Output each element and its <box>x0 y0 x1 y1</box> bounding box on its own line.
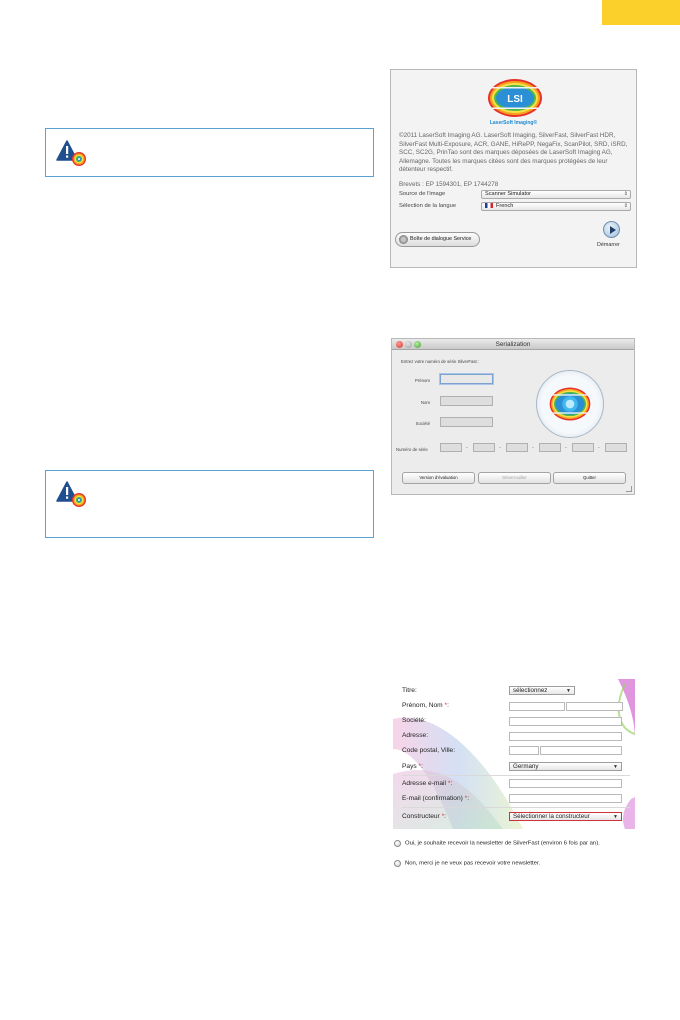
patents-text: Brevets : EP 1594301, EP 1744278 <box>399 181 499 188</box>
email-confirm-label-text: E-mail (confirmation) <box>402 795 465 802</box>
window-titlebar: Serialization <box>392 339 634 350</box>
serial-number-label: Numéro de série <box>396 447 428 452</box>
registration-form-screenshot: Titre: sélectionnez ▼ Prénom, Nom *: Soc… <box>393 679 635 829</box>
image-source-select[interactable]: Scanner Simulator ⇕ <box>481 190 631 199</box>
lsi-logo: LSI <box>487 79 543 117</box>
chapter-tab <box>602 0 680 25</box>
email-label: Adresse e-mail *: <box>402 780 452 787</box>
serial-segment-4[interactable] <box>539 443 561 452</box>
gear-icon <box>399 235 408 244</box>
maker-label: Constructeur *: <box>402 813 446 820</box>
first-name-field[interactable] <box>440 374 493 384</box>
copyright-text: ©2011 LaserSoft Imaging AG. LaserSoft Im… <box>399 132 628 174</box>
first-name-input[interactable] <box>509 702 565 711</box>
serial-intro: Entrez votre numéro de série SilverFast … <box>401 359 480 364</box>
service-dialog-button[interactable]: Boîte de dialogue Service <box>395 232 480 247</box>
label-colon: : <box>450 780 453 787</box>
serial-segment-3[interactable] <box>506 443 528 452</box>
company-label: Société: <box>402 717 426 724</box>
warning-note-1 <box>45 128 374 177</box>
first-name-label: Prénom <box>414 378 430 383</box>
company-input[interactable] <box>509 717 622 726</box>
service-dialog-label: Boîte de dialogue Service <box>410 236 472 242</box>
brand-name: LaserSoft Imaging® <box>489 120 538 126</box>
country-select[interactable]: Germany ▼ <box>509 762 622 771</box>
divider <box>402 775 630 776</box>
label-colon: : <box>467 795 470 802</box>
last-name-label: Nom <box>420 400 430 405</box>
window-title: Serialization <box>495 341 531 348</box>
radio-button[interactable] <box>394 860 401 867</box>
image-source-value: Scanner Simulator <box>485 191 532 197</box>
postal-code-input[interactable] <box>509 746 539 755</box>
email-confirm-label: E-mail (confirmation) *: <box>402 795 469 802</box>
label-colon: : <box>421 763 423 770</box>
dropdown-arrow-icon: ▼ <box>566 688 571 694</box>
title-select-value: sélectionnez <box>513 687 548 694</box>
serial-dash: - <box>598 445 600 451</box>
newsletter-no-option[interactable]: Non, merci je ne veux pas recevoir votre… <box>394 860 540 867</box>
quit-button[interactable]: Quitter <box>553 472 626 484</box>
address-label: Adresse: <box>402 732 429 739</box>
newsletter-yes-label: Oui, je souhaite recevoir la newsletter … <box>405 840 600 847</box>
company-field[interactable] <box>440 417 493 427</box>
dropdown-arrow-icon: ▼ <box>613 764 618 770</box>
last-name-field[interactable] <box>440 396 493 406</box>
address-input[interactable] <box>509 732 622 741</box>
radio-button[interactable] <box>394 840 401 847</box>
warning-note-2 <box>45 470 374 538</box>
serial-segment-2[interactable] <box>473 443 495 452</box>
email-confirm-input[interactable] <box>509 794 622 803</box>
silverfast-logo <box>536 370 604 438</box>
country-label-text: Pays <box>402 763 419 770</box>
serial-segment-1[interactable] <box>440 443 462 452</box>
title-select[interactable]: sélectionnez ▼ <box>509 686 575 695</box>
city-input[interactable] <box>540 746 622 755</box>
name-label: Prénom, Nom *: <box>402 702 449 709</box>
start-label: Démarrer <box>597 242 620 248</box>
email-input[interactable] <box>509 779 622 788</box>
logo-text: LSI <box>507 94 523 105</box>
country-label: Pays *: <box>402 763 423 770</box>
language-select[interactable]: French ⇕ <box>481 202 631 211</box>
label-colon: : <box>447 702 449 709</box>
label-colon: : <box>444 813 447 820</box>
language-value: French <box>496 203 514 209</box>
serial-segment-5[interactable] <box>572 443 594 452</box>
country-value: Germany <box>513 763 539 770</box>
serialization-window-screenshot: Serialization Entrez votre numéro de sér… <box>391 338 635 495</box>
serial-dash: - <box>466 445 468 451</box>
maker-label-text: Constructeur <box>402 813 442 820</box>
serial-dash: - <box>532 445 534 451</box>
french-flag-icon <box>485 203 493 209</box>
dropdown-arrow-icon: ▼ <box>613 814 618 820</box>
language-label: Sélection de la langue <box>399 203 457 209</box>
resize-grip-icon[interactable] <box>626 486 632 492</box>
serial-segment-6[interactable] <box>605 443 627 452</box>
start-button[interactable] <box>603 221 620 238</box>
updown-arrow-icon: ⇕ <box>623 191 628 197</box>
launch-dialog-screenshot: LSI LaserSoft Imaging® ©2011 LaserSoft I… <box>390 69 637 268</box>
divider <box>402 807 630 808</box>
title-label: Titre: <box>402 687 417 694</box>
warning-icon <box>56 481 86 507</box>
last-name-input[interactable] <box>566 702 623 711</box>
maker-value: Sélectionner la constructeur <box>513 813 590 820</box>
newsletter-no-label: Non, merci je ne veux pas recevoir votre… <box>405 860 541 867</box>
email-label-text: Adresse e-mail <box>402 780 448 787</box>
name-label-text: Prénom, Nom <box>402 702 445 709</box>
newsletter-yes-option[interactable]: Oui, je souhaite recevoir la newsletter … <box>394 840 600 847</box>
maker-select[interactable]: Sélectionner la constructeur ▼ <box>509 812 622 821</box>
postal-city-label: Code postal, Ville: <box>402 747 456 754</box>
image-source-label: Source de l'image <box>399 191 446 197</box>
updown-arrow-icon: ⇕ <box>623 203 628 209</box>
evaluation-version-button[interactable]: Version d'évaluation <box>402 472 475 484</box>
warning-icon <box>56 140 86 166</box>
unlock-button[interactable]: Déverrouiller <box>478 472 551 484</box>
serial-dash: - <box>499 445 501 451</box>
company-label: Société <box>415 421 430 426</box>
serial-dash: - <box>565 445 567 451</box>
